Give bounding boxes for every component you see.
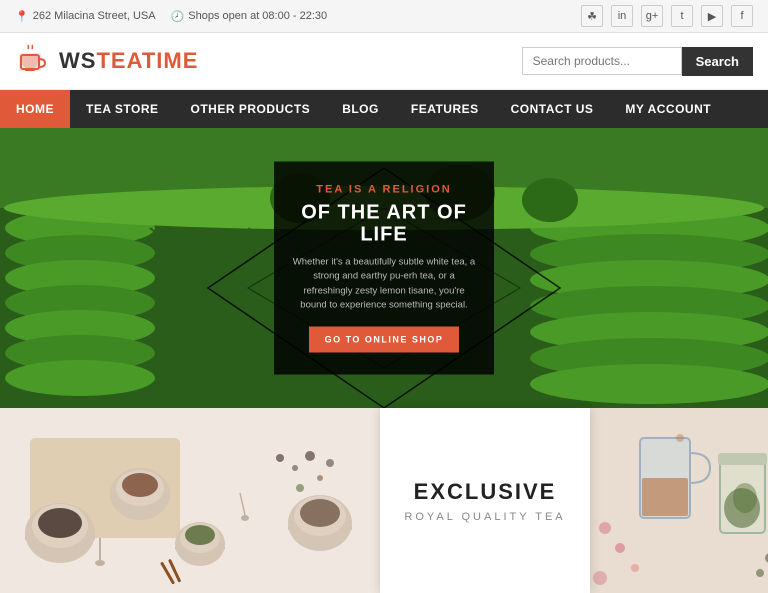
twitter-icon[interactable]: t: [671, 5, 693, 27]
search-input[interactable]: [522, 47, 682, 75]
logo-icon: [15, 43, 51, 79]
facebook-icon[interactable]: f: [731, 5, 753, 27]
address-text: 262 Milacina Street, USA: [33, 10, 156, 22]
bottom-center-content: EXCLUSIVE ROYAL QUALITY TEA: [380, 408, 590, 593]
nav-item-tea-store[interactable]: TEA STORE: [70, 90, 175, 128]
social-links: ☘ in g+ t ▶ f: [581, 5, 753, 27]
nav-item-account[interactable]: MY ACCOUNT: [609, 90, 727, 128]
search-button[interactable]: Search: [682, 47, 753, 76]
tea-herbs-image: [0, 408, 380, 593]
site-header: WSTEATIME Search: [0, 33, 768, 90]
nav-item-contact[interactable]: CONTACT US: [495, 90, 610, 128]
google-plus-icon[interactable]: g+: [641, 5, 663, 27]
hours-text: Shops open at 08:00 - 22:30: [188, 10, 327, 22]
top-bar-info-group: 📍 262 Milacina Street, USA 🕗 Shops open …: [15, 10, 327, 23]
hero-cta-button[interactable]: GO TO ONLINE SHOP: [309, 327, 460, 353]
hero-textbox: TEA IS A RELIGION OF THE ART OF LIFE Whe…: [274, 162, 494, 375]
logo-text: WSTEATIME: [59, 48, 198, 74]
hours-info: 🕗 Shops open at 08:00 - 22:30: [171, 10, 328, 23]
exclusive-subtitle: ROYAL QUALITY TEA: [404, 511, 565, 523]
bottom-section: EXCLUSIVE ROYAL QUALITY TEA: [0, 408, 768, 593]
clock-icon: 🕗: [171, 10, 185, 23]
search-bar: Search: [522, 47, 753, 76]
hero-section: TEA IS A RELIGION OF THE ART OF LIFE Whe…: [0, 128, 768, 408]
nav-item-features[interactable]: FEATURES: [395, 90, 495, 128]
hero-description: Whether it's a beautifully subtle white …: [292, 256, 476, 313]
address-info: 📍 262 Milacina Street, USA: [15, 10, 156, 23]
nav-item-blog[interactable]: BLOG: [326, 90, 395, 128]
linkedin-icon[interactable]: in: [611, 5, 633, 27]
main-nav: HOME TEA STORE OTHER PRODUCTS BLOG FEATU…: [0, 90, 768, 128]
nav-item-home[interactable]: HOME: [0, 90, 70, 128]
exclusive-title: EXCLUSIVE: [414, 479, 557, 505]
site-logo[interactable]: WSTEATIME: [15, 43, 198, 79]
hero-subtitle: TEA IS A RELIGION: [292, 184, 476, 196]
bottom-right-image: [590, 408, 768, 593]
top-bar: 📍 262 Milacina Street, USA 🕗 Shops open …: [0, 0, 768, 33]
tea-glass-image: [590, 408, 768, 593]
bottom-left-image: [0, 408, 380, 593]
instagram-icon[interactable]: ☘: [581, 5, 603, 27]
hero-title: OF THE ART OF LIFE: [292, 202, 476, 246]
youtube-icon[interactable]: ▶: [701, 5, 723, 27]
nav-item-other-products[interactable]: OTHER PRODUCTS: [175, 90, 327, 128]
location-icon: 📍: [15, 10, 29, 23]
